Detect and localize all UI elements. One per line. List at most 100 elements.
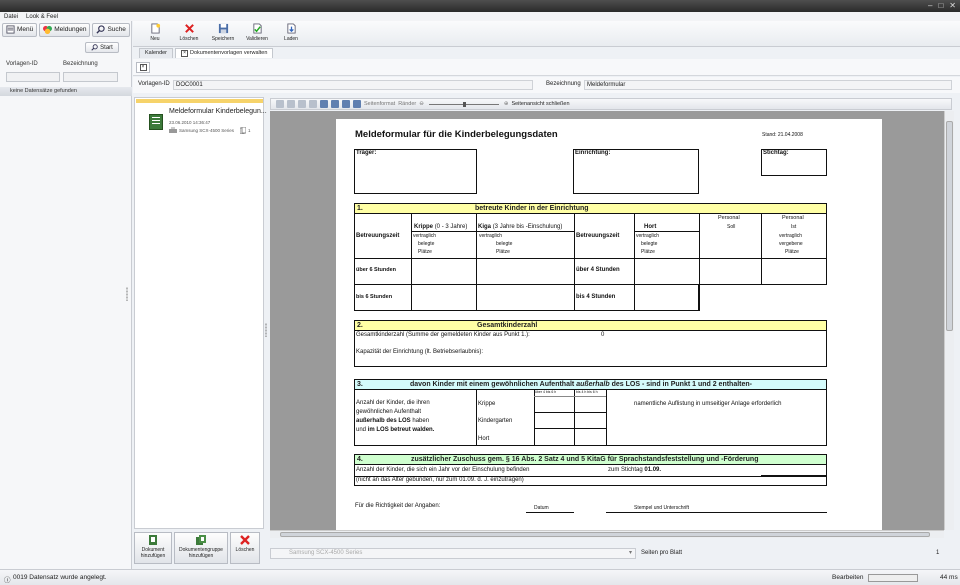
s2-total-value: 0: [601, 332, 605, 338]
margins-button[interactable]: Ränder: [398, 101, 416, 107]
status-message: 0019 Datensatz wurde angelegt.: [13, 574, 107, 581]
export-icon[interactable]: [298, 100, 306, 108]
add-document-label-2: hinzufügen: [140, 553, 166, 559]
start-button[interactable]: Start: [85, 42, 119, 53]
s1-line: [354, 258, 827, 259]
status-info-icon: ⓘ: [4, 577, 11, 584]
record-tab[interactable]: ×: [136, 62, 150, 73]
sign-text: Für die Richtigkeit der Angaben:: [355, 503, 441, 509]
search-icon: [91, 44, 98, 51]
search-icon: [96, 25, 106, 34]
close-record-icon[interactable]: ×: [139, 64, 147, 71]
s3-krippe: Krippe: [478, 401, 496, 407]
s3-line: [534, 390, 535, 446]
bis4-label: bis 4 Stunden: [576, 294, 616, 300]
s4-stichtag: zum Stichtag 01.09.: [608, 467, 661, 473]
zoom-out-icon[interactable]: [331, 100, 339, 108]
s1-line: [411, 214, 412, 311]
validate-button-label: Validieren: [246, 36, 268, 42]
record-name-field[interactable]: Meldeformular: [584, 80, 952, 90]
scroll-thumb[interactable]: [946, 121, 953, 331]
close-icon[interactable]: ✕: [949, 1, 956, 10]
record-header: Vorlagen-ID DOC0001 Bezeichnung Meldefor…: [133, 77, 960, 93]
start-button-label: Start: [100, 44, 113, 51]
pages-per-sheet-value[interactable]: 1: [936, 550, 939, 556]
load-button[interactable]: Laden: [277, 21, 305, 46]
no-records-message: keine Datensätze gefunden: [0, 87, 132, 96]
minimize-icon[interactable]: –: [928, 1, 932, 10]
add-document-group-label-2: hinzufügen: [188, 553, 214, 559]
menu-datei[interactable]: Datei: [4, 14, 18, 20]
pages-per-sheet-label: Seiten pro Blatt: [641, 550, 683, 556]
preview-vertical-scrollbar[interactable]: [944, 111, 954, 530]
kiga-belegte: belegte: [496, 241, 513, 247]
copy-icon[interactable]: [309, 100, 317, 108]
section-3-number: 3.: [357, 381, 363, 388]
s3-line: [534, 428, 606, 429]
window-controls: – □ ✕: [928, 1, 956, 10]
personal-soll-header: Personal: [718, 215, 740, 221]
printer-select[interactable]: Samsung SCX-4500 Series: [270, 548, 636, 559]
left-splitter-grip[interactable]: [126, 287, 128, 301]
messages-button[interactable]: Meldungen: [39, 22, 91, 37]
validate-button[interactable]: Validieren: [243, 21, 271, 46]
search-button[interactable]: Suche: [92, 22, 130, 37]
page-format-button[interactable]: Seitenformat: [364, 101, 395, 107]
section-3-title: davon Kinder mit einem gewöhnlichen Aufe…: [410, 380, 752, 389]
zoom-in-icon[interactable]: [320, 100, 328, 108]
s2-total-label: Gesamtkinderzahl (Summe der gemeldeten K…: [356, 332, 530, 338]
krippe-plaetze: Plätze: [418, 249, 432, 255]
s1-line: [699, 214, 700, 311]
page-setup-icon[interactable]: [287, 100, 295, 108]
maximize-icon[interactable]: □: [938, 1, 943, 10]
status-mode: Bearbeiten: [832, 574, 864, 581]
zoom-plus-icon[interactable]: ⊕: [504, 101, 509, 107]
menu-button-label: Menü: [17, 26, 34, 33]
template-id-input[interactable]: [6, 72, 60, 82]
full-page-icon[interactable]: [353, 100, 361, 108]
krippe-belegte: belegte: [418, 241, 435, 247]
menu-look-feel[interactable]: Look & Feel: [26, 14, 58, 20]
sign-date-label: Datum: [534, 505, 549, 511]
delete-document-button[interactable]: Löschen: [230, 532, 260, 564]
add-document-group-button[interactable]: Dokumentengruppe hinzufügen: [174, 532, 228, 564]
tab-document-templates[interactable]: × Dokumentenvorlagen verwalten: [175, 48, 274, 58]
print-icon[interactable]: [276, 100, 284, 108]
close-preview-button[interactable]: Seitenansicht schließen: [511, 101, 569, 107]
record-id-field[interactable]: DOC0001: [173, 80, 533, 90]
new-button[interactable]: Neu: [141, 21, 169, 46]
add-document-button[interactable]: Dokument hinzufügen: [134, 532, 172, 564]
s1-line: [476, 214, 477, 311]
zoom-minus-icon[interactable]: ⊖: [419, 101, 424, 107]
s3-text-4a: und: [356, 427, 368, 433]
tab-calendar[interactable]: Kalender: [139, 48, 174, 58]
name-input[interactable]: [63, 72, 118, 82]
section-1-number: 1.: [357, 205, 363, 212]
ist-vergebene: vergebene: [779, 241, 803, 247]
printer-icon: [169, 127, 177, 133]
zoom-slider[interactable]: [428, 101, 499, 107]
s3-hort: Hort: [478, 436, 490, 442]
messages-button-label: Meldungen: [54, 26, 87, 33]
status-time: 44 ms: [940, 574, 958, 581]
menu-button[interactable]: Menü: [2, 22, 38, 37]
kiga-label: Kiga: [478, 224, 492, 230]
section-4-header: 4. zusätzlicher Zuschuss gem. § 16 Abs. …: [354, 454, 827, 465]
scroll-thumb[interactable]: [280, 532, 930, 537]
section-2-header: 2. Gesamtkinderzahl: [354, 320, 827, 331]
s4-line-2: (nicht an das Alter gebunden, nur zum 01…: [356, 477, 524, 483]
delete-button[interactable]: Löschen: [175, 21, 203, 46]
doc-splitter-grip[interactable]: [265, 323, 267, 337]
delete-icon: [240, 535, 250, 545]
fit-page-icon[interactable]: [342, 100, 350, 108]
selection-highlight: [136, 99, 263, 103]
add-document-icon: [149, 535, 157, 545]
save-button[interactable]: Speichern: [209, 21, 237, 46]
section-3-header: 3. davon Kinder mit einem gewöhnlichen A…: [354, 379, 827, 390]
close-tab-icon[interactable]: ×: [181, 50, 189, 57]
document-printer: Samsung SCX-4500 Series 1: [169, 127, 251, 134]
s3-text-4b: im LOS betreut walden.: [367, 427, 435, 433]
preview-horizontal-scrollbar[interactable]: [270, 530, 944, 538]
kiga-header: Kiga (3 Jahre bis -Einschulung): [478, 224, 562, 230]
new-button-label: Neu: [150, 36, 160, 42]
